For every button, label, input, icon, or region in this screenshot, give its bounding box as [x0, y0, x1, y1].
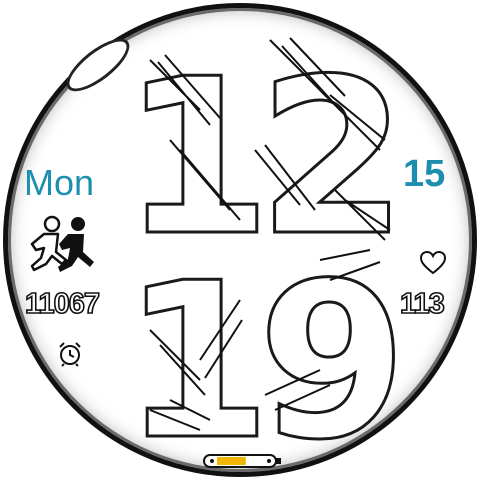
- battery-level-fill: [217, 457, 246, 465]
- heart-icon: [419, 250, 447, 280]
- battery-icon: [203, 452, 283, 475]
- watch-face: 12 19 Mon 15 11067 113: [0, 0, 480, 480]
- alarm-clock-icon[interactable]: [57, 341, 83, 372]
- day-of-month: 15: [403, 153, 446, 195]
- running-people-icon: [26, 212, 100, 287]
- steps-count: 11067: [24, 287, 101, 321]
- heart-rate-value: 113: [399, 287, 445, 321]
- day-of-week: Mon: [24, 162, 95, 203]
